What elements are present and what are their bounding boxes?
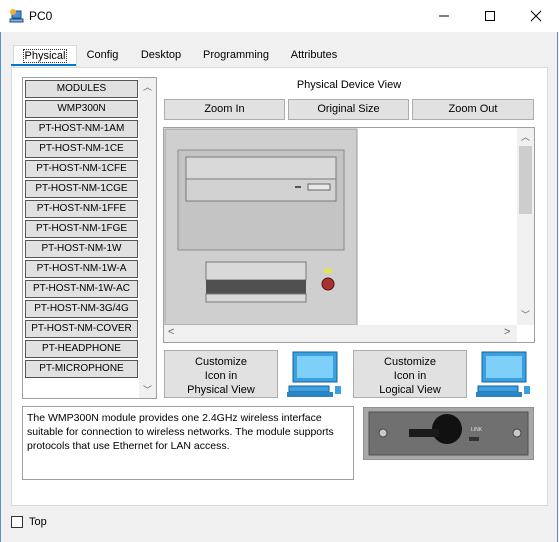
module-item[interactable]: PT-HOST-NM-1AM: [25, 120, 138, 138]
viewport-hscrollbar[interactable]: < >: [164, 325, 517, 342]
module-item[interactable]: PT-HOST-NM-1CE: [25, 140, 138, 158]
module-item[interactable]: MODULES: [25, 80, 138, 98]
active-tab-indicator: [11, 64, 76, 66]
module-item[interactable]: PT-HOST-NM-1CGE: [25, 180, 138, 198]
module-item[interactable]: PT-HOST-NM-3G/4G: [25, 300, 138, 318]
module-item[interactable]: PT-HOST-NM-1FGE: [25, 220, 138, 238]
scroll-down-icon[interactable]: ﹀: [521, 308, 530, 321]
top-checkbox[interactable]: [11, 516, 23, 528]
app-icon: [9, 9, 24, 23]
minimize-icon: [439, 15, 449, 17]
module-list[interactable]: MODULES WMP300N PT-HOST-NM-1AM PT-HOST-NM-1…: [22, 77, 157, 399]
tab-config[interactable]: Config: [80, 45, 125, 67]
scroll-thumb[interactable]: [519, 146, 532, 214]
module-item[interactable]: PT-HOST-NM-1W-AC: [25, 280, 138, 298]
physical-device-view-title: Physical Device View: [296, 79, 402, 91]
module-description: The WMP300N module provides one 2.4GHz w…: [22, 406, 354, 480]
maximize-button[interactable]: [467, 0, 513, 32]
close-button[interactable]: [513, 0, 559, 32]
module-item[interactable]: PT-MICROPHONE: [25, 360, 138, 378]
tab-attributes[interactable]: Attributes: [284, 45, 344, 67]
scroll-up-icon[interactable]: ︿: [143, 80, 152, 93]
pc-icon: [476, 351, 530, 397]
minimize-button[interactable]: [421, 0, 467, 32]
top-checkbox-label: Top: [29, 516, 47, 528]
module-item[interactable]: PT-HOST-NM-COVER: [25, 320, 138, 338]
customize-logical-button[interactable]: Customize Icon in Logical View: [353, 350, 467, 398]
module-item[interactable]: PT-HEADPHONE: [25, 340, 138, 358]
close-icon: [530, 10, 542, 22]
title-bar: PC0: [0, 0, 559, 32]
tab-programming[interactable]: Programming: [198, 45, 274, 67]
device-viewport[interactable]: ︿ ﹀ < >: [163, 127, 535, 343]
module-item[interactable]: WMP300N: [25, 100, 138, 118]
scroll-up-icon[interactable]: ︿: [521, 130, 530, 143]
maximize-icon: [485, 11, 495, 21]
module-item[interactable]: PT-HOST-NM-1CFE: [25, 160, 138, 178]
module-list-scrollbar[interactable]: ︿ ﹀: [139, 78, 156, 398]
module-item[interactable]: PT-HOST-NM-1FFE: [25, 200, 138, 218]
pc-chassis-image: [164, 128, 358, 326]
scroll-left-icon[interactable]: <: [168, 326, 174, 338]
wmp300n-module-image: [363, 407, 534, 460]
zoom-in-button[interactable]: Zoom In: [164, 99, 285, 120]
module-item[interactable]: PT-HOST-NM-1W-A: [25, 260, 138, 278]
customize-physical-button[interactable]: Customize Icon in Physical View: [164, 350, 278, 398]
tab-label: Physical: [22, 49, 68, 63]
scroll-down-icon[interactable]: ﹀: [143, 383, 152, 396]
scroll-right-icon[interactable]: >: [504, 326, 510, 338]
viewport-vscrollbar[interactable]: ︿ ﹀: [517, 128, 534, 325]
tab-desktop[interactable]: Desktop: [135, 45, 187, 67]
window-title: PC0: [29, 9, 53, 23]
pc-icon: [287, 351, 341, 397]
link-led-label: LINK: [471, 427, 483, 433]
module-item[interactable]: PT-HOST-NM-1W: [25, 240, 138, 258]
zoom-out-button[interactable]: Zoom Out: [412, 99, 534, 120]
original-size-button[interactable]: Original Size: [288, 99, 409, 120]
